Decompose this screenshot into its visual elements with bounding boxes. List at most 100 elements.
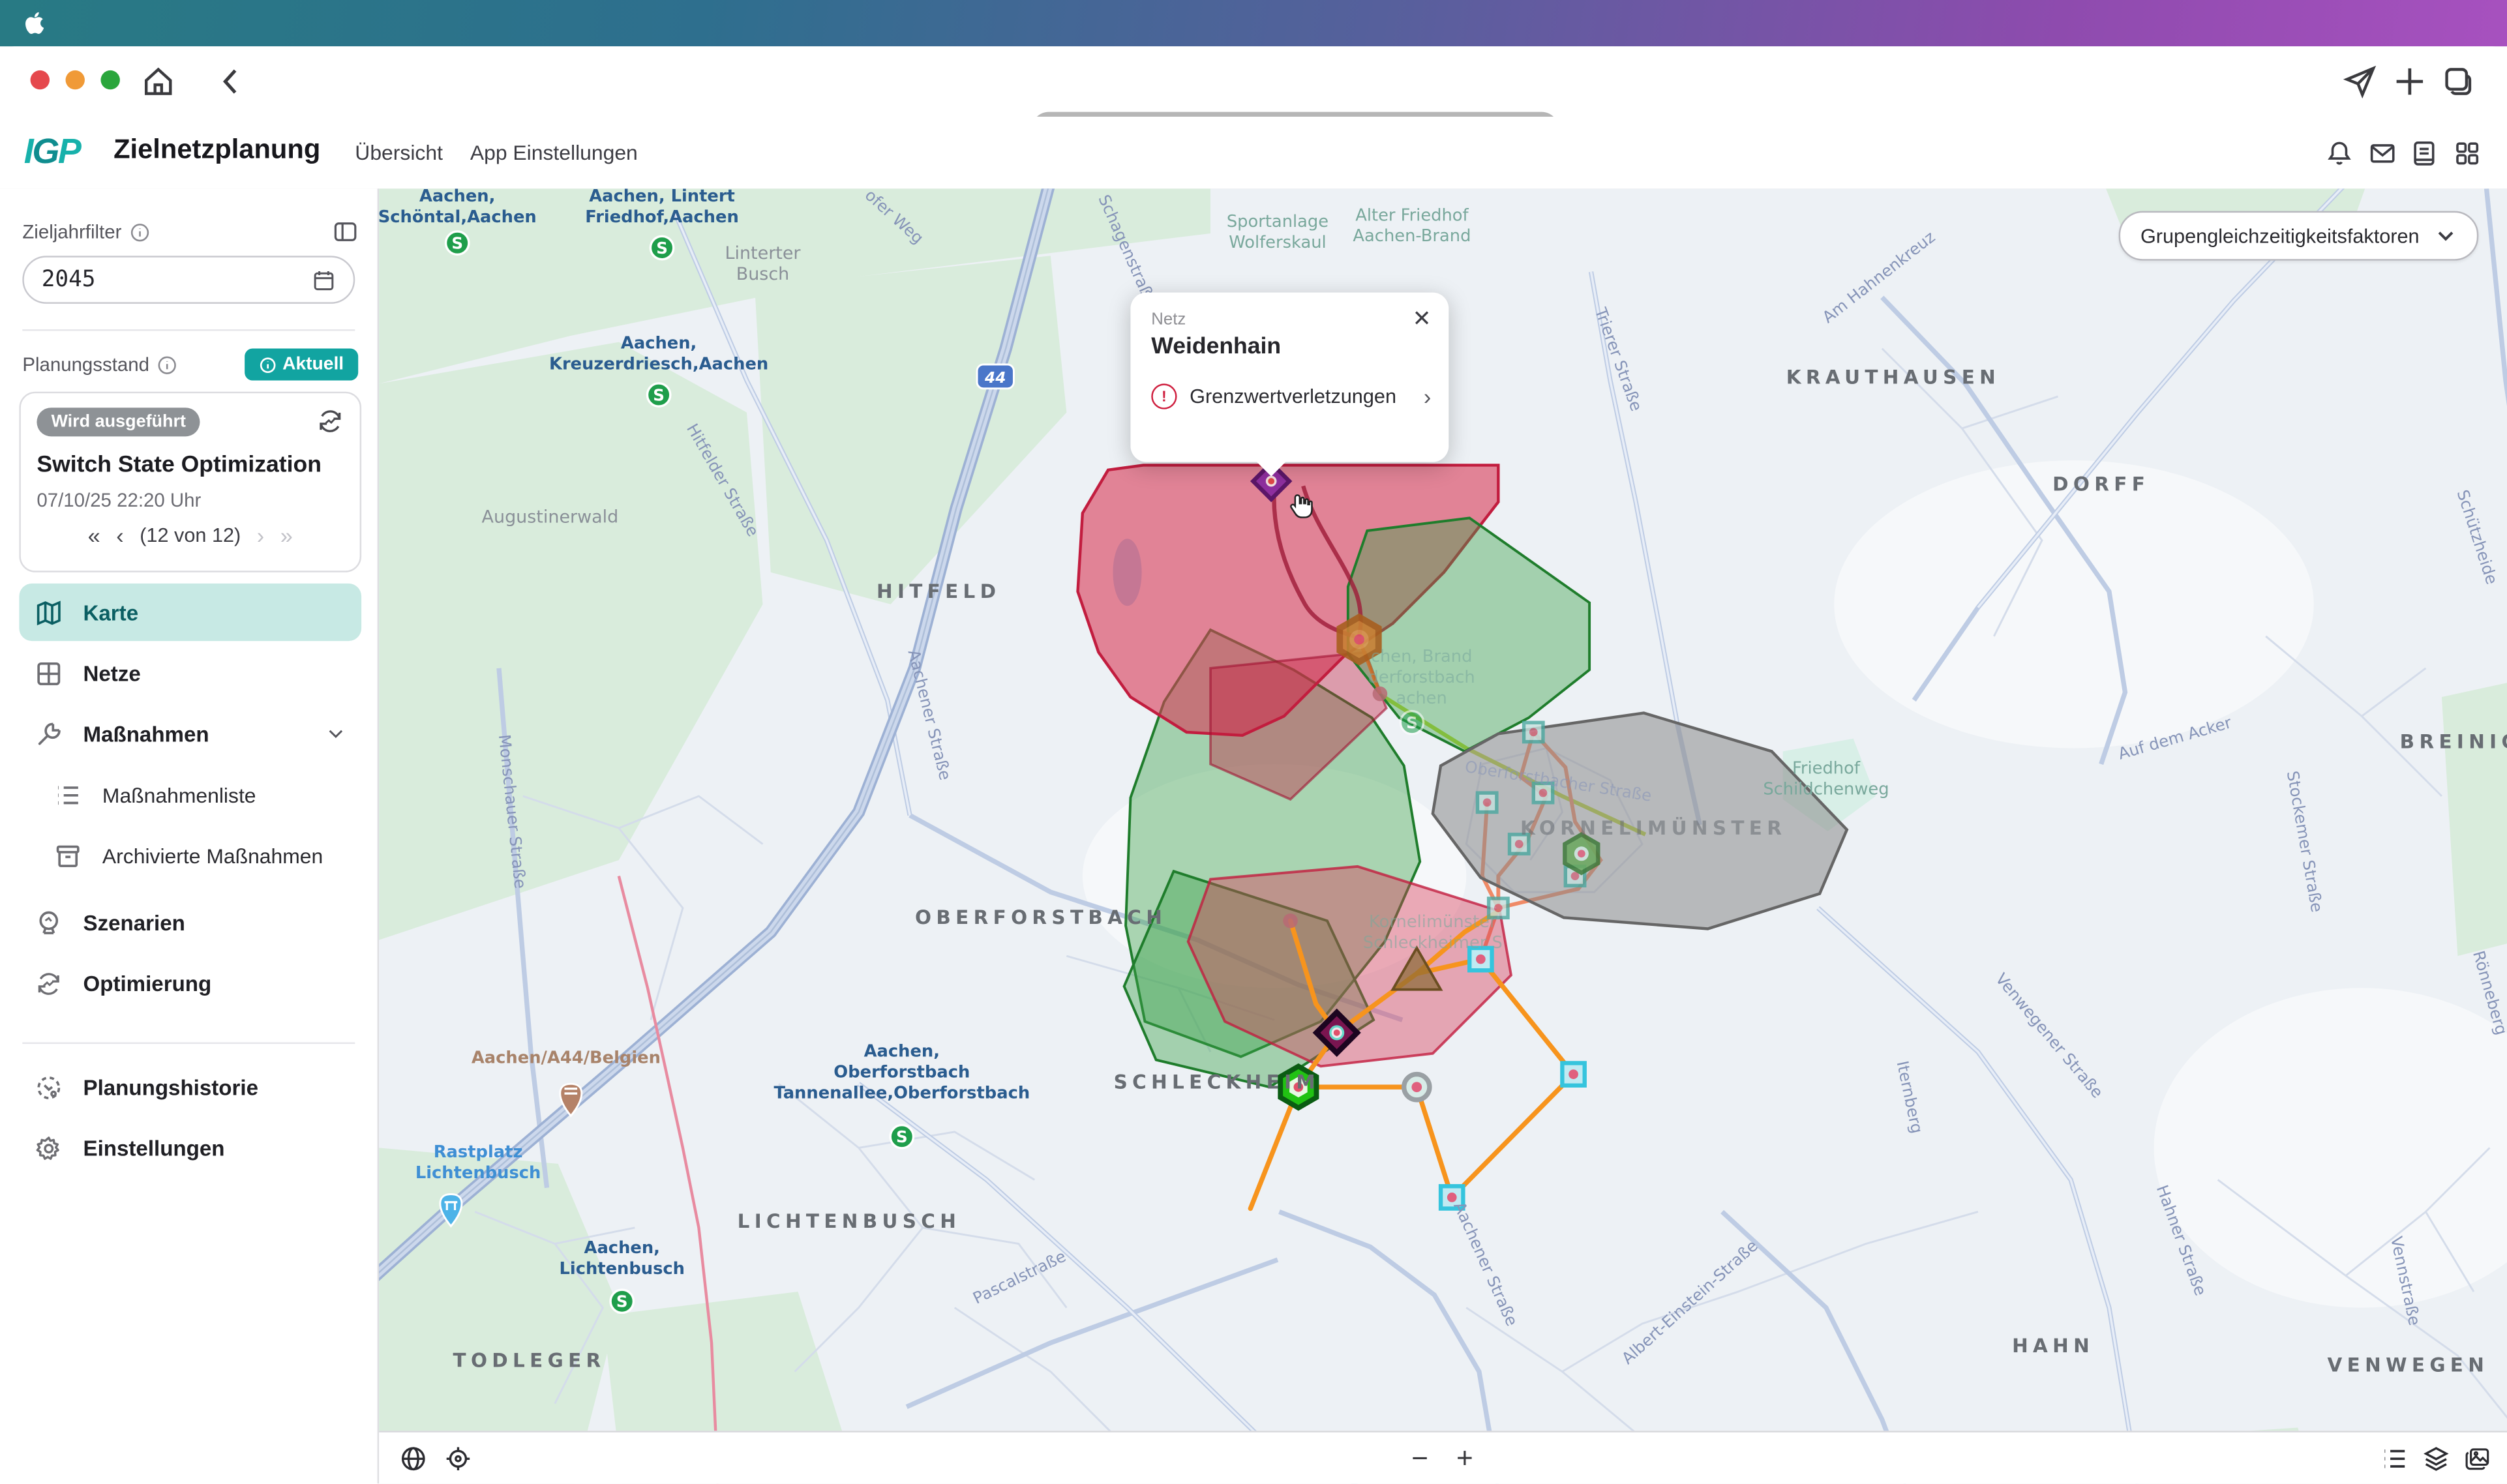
app-grid-icon[interactable] [2453,139,2482,168]
station-label: Lichtenbusch [559,1259,685,1279]
archive-icon [54,842,82,869]
popup-tail [1255,460,1287,477]
sbahn-station-icon[interactable]: S [650,236,673,259]
notifications-bell-icon[interactable] [2325,139,2354,168]
zoom-in-button[interactable]: + [1450,1444,1479,1472]
station-label: Kreuzerdriesch,Aachen [549,354,768,374]
station-label: Aachen, [621,333,697,353]
sidebar-item-optimierung[interactable]: Optimierung [19,955,361,1012]
overlay-select[interactable]: Grupengleichzeitigkeitsfaktoren [2118,211,2479,261]
pager-next-button[interactable]: › [257,524,264,546]
gear-icon [35,1135,63,1162]
sidebar-item-massnahmen[interactable]: Maßnahmen [19,705,361,762]
svg-text:S: S [656,239,668,258]
sidebar-item-einstellungen[interactable]: Einstellungen [19,1119,361,1176]
popup-title: Weidenhain [1151,334,1281,359]
sidebar-item-label: Maßnahmen [83,722,209,746]
basemap-globe-icon[interactable] [398,1444,427,1472]
poi-label: Alter Friedhof [1355,205,1469,225]
job-pager: « ‹ (12 von 12) › » [21,524,360,546]
sidebar-item-karte[interactable]: Karte [19,584,361,641]
sidebar-item-netze[interactable]: Netze [19,644,361,702]
station-label: Aachen, [864,1042,940,1061]
sidebar-item-archivierte-massnahmen[interactable]: Archivierte Maßnahmen [19,827,361,884]
share-icon[interactable] [2343,64,2378,99]
poi-label: derforstbach [1368,668,1475,687]
town-label: HAHN [2012,1335,2094,1357]
town-label: KORNELIMÜNSTER [1520,816,1786,839]
screen: igp.envelio.de IGP Zielnetzplanung Übers… [0,0,2507,1483]
popup-link-label: Grenzwertverletzungen [1190,385,1396,408]
marker-teal-square[interactable] [1524,722,1543,741]
sidebar-item-label: Optimierung [83,971,211,995]
igp-logo[interactable]: IGP [24,131,80,173]
info-icon[interactable] [157,354,178,375]
popup-kicker: Netz [1151,310,1186,329]
sbahn-station-icon[interactable]: S [610,1290,633,1313]
tabs-overview-icon[interactable] [2440,64,2475,99]
poi-label: achen [1396,689,1447,708]
marker-green-hex-dim[interactable] [1565,835,1598,873]
app-header: IGP Zielnetzplanung Übersicht App Einste… [0,117,2507,190]
pager-prev-button[interactable]: ‹ [116,524,123,546]
pager-first-button[interactable]: « [88,524,100,546]
nav-app-settings[interactable]: App Einstellungen [470,141,638,165]
town-label: KRAUTHAUSEN [1786,366,2000,388]
poi-label: Wolferskaul [1229,233,1326,252]
pager-last-button[interactable]: » [280,524,293,546]
sbahn-station-icon[interactable]: S [890,1125,913,1148]
home-icon[interactable] [141,64,176,99]
window-minimize-button[interactable] [66,70,85,89]
marker-gray-circle[interactable] [1404,1075,1430,1100]
sbahn-station-icon[interactable]: S [647,383,670,406]
sidebar-item-massnahmenliste[interactable]: Maßnahmenliste [19,765,361,823]
sidebar-item-planungshistorie[interactable]: Planungshistorie [19,1058,361,1116]
sidebar-item-label: Szenarien [83,910,185,934]
sidebar-item-szenarien[interactable]: Szenarien [19,894,361,951]
popup-violations-link[interactable]: ! Grenzwertverletzungen › [1151,383,1431,409]
info-icon [258,356,276,374]
station-label: Tannenallee,Oberforstbach [773,1083,1030,1103]
sbahn-station-icon[interactable]: S [446,231,469,254]
job-title: Switch State Optimization [37,453,322,478]
sidebar-item-label: Archivierte Maßnahmen [102,843,323,867]
nav-overview[interactable]: Übersicht [355,141,443,165]
docs-book-icon[interactable] [2410,139,2439,168]
poi-label: Schleckheimer S [1363,933,1503,953]
collapse-panel-icon[interactable] [333,219,358,245]
layers-icon[interactable] [2421,1444,2450,1472]
close-icon[interactable]: ✕ [1413,305,1432,333]
zoom-out-button[interactable]: − [1405,1444,1434,1472]
job-status-badge: Wird ausgeführt [37,408,200,436]
svg-text:S: S [616,1292,628,1311]
messages-envelope-icon[interactable] [2368,139,2397,168]
marker-teal-square[interactable] [1477,793,1496,812]
marker-cyan-square[interactable] [1562,1063,1584,1085]
svg-text:S: S [653,385,665,404]
refresh-icon[interactable] [316,408,344,435]
status-badge-aktuell[interactable]: Aktuell [244,348,358,380]
imagery-icon[interactable] [2463,1444,2491,1472]
target-year-input[interactable]: 2045 [22,256,355,304]
map-canvas[interactable]: SSSSSS44 HITFELDOBERFORSTBACHSCHLECKHEIM… [379,188,2507,1483]
sbahn-station-icon[interactable]: S [1400,711,1423,734]
calendar-icon[interactable] [312,268,336,292]
divider [22,1043,355,1044]
new-tab-icon[interactable] [2392,64,2427,99]
legend-list-icon[interactable] [2379,1444,2408,1472]
overlay-select-value: Grupengleichzeitigkeitsfaktoren [2140,224,2420,246]
back-icon[interactable] [215,64,250,99]
map-popup: Netz ✕ Weidenhain ! Grenzwertverletzunge… [1130,293,1449,462]
window-close-button[interactable] [31,70,50,89]
locate-crosshair-icon[interactable] [443,1444,472,1472]
info-icon[interactable] [130,222,151,243]
target-year-label: Zieljahrfilter [22,220,150,243]
town-label: SCHLECKHEIM [1114,1071,1320,1093]
marker-pink-dot[interactable] [1283,913,1298,928]
sidebar-item-label: Planungshistorie [83,1075,258,1099]
station-label: Schöntal,Aachen [379,207,537,227]
svg-text:S: S [896,1127,908,1146]
window-zoom-button[interactable] [100,70,119,89]
marker-pink-dot[interactable] [1373,687,1388,702]
station-label: Aachen, [419,188,495,206]
